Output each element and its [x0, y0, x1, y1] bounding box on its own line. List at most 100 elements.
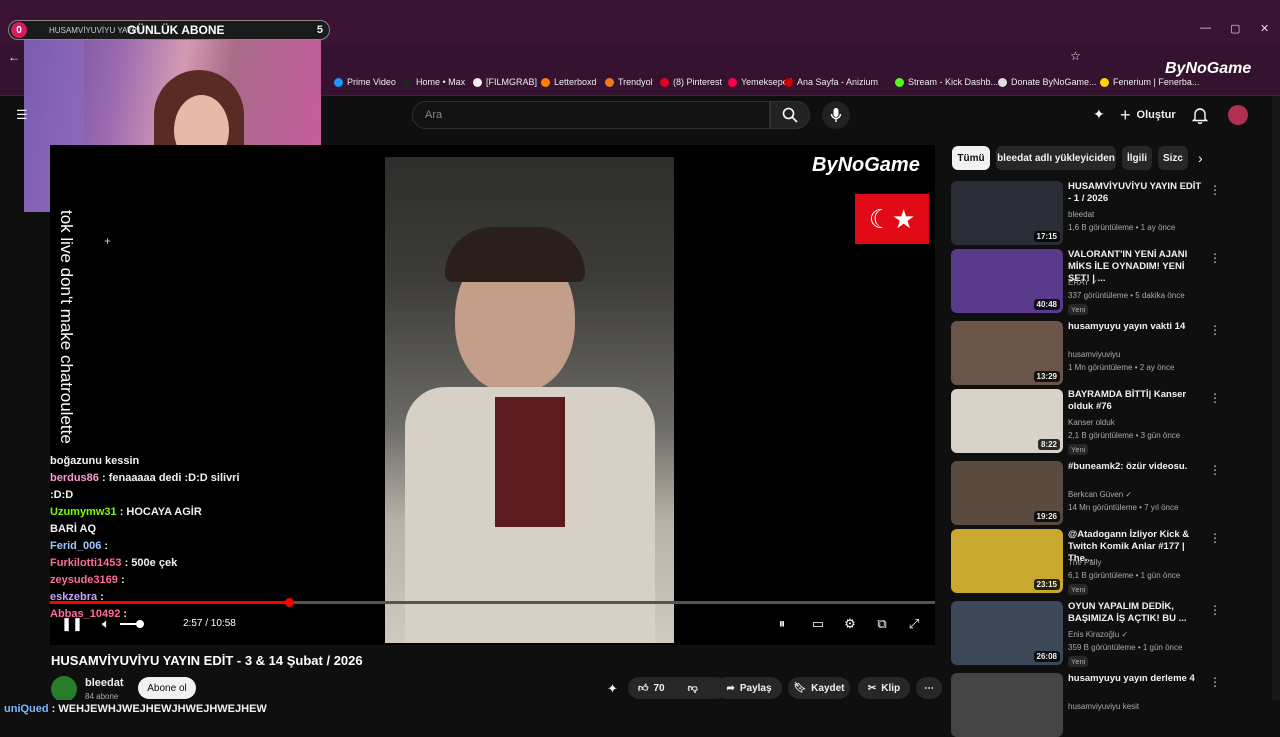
chat-message: Ferid_006 : — [50, 540, 350, 552]
recommendation-channel[interactable]: Enis Kirazoğlu ✓ — [1068, 630, 1128, 639]
plus-icon[interactable]: + — [104, 234, 111, 248]
dislike-icon[interactable]: 👎︎ — [688, 682, 698, 694]
video-thumbnail[interactable]: 13:29 — [951, 321, 1063, 385]
bookmark-label: Fenerium | Fenerba... — [1113, 77, 1200, 87]
video-thumbnail[interactable]: 19:26 — [951, 461, 1063, 525]
extension-icon[interactable]: ✦ — [1093, 106, 1105, 123]
video-thumbnail[interactable]: 23:15 — [951, 529, 1063, 593]
extension-icon[interactable]: ✦ — [607, 681, 618, 697]
more-vert-icon[interactable]: ⋮ — [1209, 391, 1221, 405]
recommendation-channel[interactable]: husamviyuviyu kesit — [1068, 702, 1139, 711]
volume-knob[interactable] — [136, 620, 144, 628]
miniplayer-icon[interactable]: ⧉ — [872, 614, 892, 634]
recommendation-channel[interactable]: husamviyuviyu — [1068, 350, 1120, 359]
video-thumbnail[interactable]: 26:08 — [951, 601, 1063, 665]
search-input[interactable]: Ara — [412, 101, 770, 129]
bookmark-item[interactable]: Donate ByNoGame... — [998, 77, 1097, 87]
bookmark-item[interactable]: [FILMGRAB] — [473, 77, 537, 87]
bookmark-item[interactable]: (8) Pinterest — [660, 77, 722, 87]
recommendation-title[interactable]: #buneamk2: özür videosu. — [1068, 461, 1206, 473]
scrollbar[interactable] — [1272, 96, 1280, 700]
fullscreen-icon[interactable]: ⤢ — [904, 614, 924, 634]
autoplay-toggle-icon[interactable]: ⏸︎ — [772, 614, 792, 634]
bookmark-favicon-icon — [403, 77, 412, 87]
bookmark-item[interactable]: Fenerium | Fenerba... — [1100, 77, 1199, 87]
recommendation-item[interactable]: 8:22 BAYRAMDA BİTTİ| Kanser olduk #76 Kans… — [951, 389, 1261, 455]
mic-button[interactable] — [822, 101, 850, 129]
recommendation-title[interactable]: OYUN YAPALIM DEDİK, BAŞIMIZA İŞ AÇTIK! B… — [1068, 601, 1206, 625]
more-actions-button[interactable]: ⋯ — [916, 677, 942, 699]
account-avatar[interactable] — [1228, 105, 1248, 125]
recommendation-channel[interactable]: Kanser olduk — [1068, 418, 1115, 427]
recommendation-title[interactable]: husamyuyu yayın vakti 14 — [1068, 321, 1206, 333]
search-button[interactable] — [770, 101, 810, 129]
more-vert-icon[interactable]: ⋮ — [1209, 323, 1221, 337]
bookmark-item[interactable]: Home • Max — [403, 77, 465, 87]
recommendation-item[interactable]: 23:15 @Atadogann İzliyor Kick & Twitch Ko… — [951, 529, 1261, 595]
star-icon[interactable]: ☆ — [1070, 49, 1081, 63]
chevron-right-icon[interactable]: › — [1198, 150, 1203, 166]
save-button[interactable]: 🔖︎ Kaydet — [788, 677, 850, 699]
settings-gear-icon[interactable]: ⚙︎ — [840, 614, 860, 634]
bookmark-favicon-icon — [895, 77, 904, 87]
create-button[interactable]: + Oluştur — [1120, 101, 1180, 129]
close-icon[interactable]: ✕ — [1260, 22, 1269, 35]
menu-icon[interactable]: ☰ — [16, 107, 28, 123]
back-icon[interactable]: ← — [8, 50, 20, 64]
recommendation-channel[interactable]: The Pally — [1068, 558, 1101, 567]
recommendation-title[interactable]: BAYRAMDA BİTTİ| Kanser olduk #76 — [1068, 389, 1206, 413]
more-vert-icon[interactable]: ⋮ — [1209, 183, 1221, 197]
video-thumbnail[interactable] — [951, 673, 1063, 737]
recommendation-channel[interactable]: bleedat — [1068, 210, 1094, 219]
bookmark-item[interactable]: Stream - Kick Dashb... — [895, 77, 998, 87]
clip-button[interactable]: ✂ Klip — [858, 677, 910, 699]
like-count[interactable]: 70 — [653, 683, 664, 694]
bell-icon[interactable] — [1192, 107, 1208, 124]
bookmark-item[interactable]: Letterboxd — [541, 77, 597, 87]
recommendation-item[interactable]: husamyuyu yayın derleme 4 husamviyuviyu k… — [951, 673, 1261, 737]
chip-all[interactable]: Tümü — [952, 146, 990, 170]
bookmark-label: Letterboxd — [554, 77, 597, 87]
recommendation-meta: 337 görüntüleme • 5 dakika önce — [1068, 291, 1185, 300]
recommendation-channel[interactable]: ERAY ✓ — [1068, 278, 1098, 287]
channel-avatar[interactable] — [51, 676, 77, 702]
video-thumbnail[interactable]: 40:48 — [951, 249, 1063, 313]
more-vert-icon[interactable]: ⋮ — [1209, 675, 1221, 689]
minimize-icon[interactable]: — — [1200, 22, 1211, 34]
more-vert-icon[interactable]: ⋮ — [1209, 603, 1221, 617]
more-vert-icon[interactable]: ⋮ — [1209, 531, 1221, 545]
video-thumbnail[interactable]: 8:22 — [951, 389, 1063, 453]
chat-text: : — [101, 540, 109, 552]
brand-logo-top: ByNoGame — [1165, 60, 1252, 77]
chip-related[interactable]: İlgili — [1122, 146, 1152, 170]
recommendation-item[interactable]: 26:08 OYUN YAPALIM DEDİK, BAŞIMIZA İŞ AÇT… — [951, 601, 1261, 667]
bookmark-item[interactable]: Yemeksepeti — [728, 77, 792, 87]
maximize-icon[interactable]: ▢ — [1230, 22, 1240, 35]
subscribe-button[interactable]: Abone ol — [138, 677, 196, 699]
pause-icon[interactable]: ❚❚ — [61, 614, 83, 634]
recommendation-title[interactable]: HUSAMVİYUVİYU YAYIN EDİT - 1 / 2026 — [1068, 181, 1206, 205]
bookmark-item[interactable]: Trendyol — [605, 77, 653, 87]
bookmark-item[interactable]: Prime Video — [334, 77, 396, 87]
chat-username: Ferid_006 — [50, 540, 102, 552]
recommendation-channel[interactable]: Berkcan Güven ✓ — [1068, 490, 1132, 499]
recommendation-item[interactable]: 40:48 VALORANT'IN YENİ AJANI MİKS İLE OYN… — [951, 249, 1261, 315]
chip-for-you[interactable]: Sizc — [1158, 146, 1188, 170]
share-button[interactable]: ➦ Paylaş — [716, 677, 782, 699]
bookmark-item[interactable]: Ana Sayfa - Anizium — [784, 77, 878, 87]
subscriber-goal-bar: 0 HUSAMVİYUVİYU YAYIN GÜNLÜK ABONE 5 — [8, 20, 330, 40]
video-thumbnail[interactable]: 17:15 — [951, 181, 1063, 245]
like-icon[interactable]: 👍︎ — [638, 682, 648, 694]
more-vert-icon[interactable]: ⋮ — [1209, 463, 1221, 477]
volume-icon[interactable]: 🔈︎ — [96, 614, 116, 634]
chip-uploader[interactable]: bleedat adlı yükleyiciden — [996, 146, 1116, 170]
channel-name[interactable]: bleedat — [85, 677, 124, 689]
recommendation-item[interactable]: 17:15 HUSAMVİYUVİYU YAYIN EDİT - 1 / 2026… — [951, 181, 1261, 245]
recommendation-title[interactable]: husamyuyu yayın derleme 4 — [1068, 673, 1206, 685]
more-vert-icon[interactable]: ⋮ — [1209, 251, 1221, 265]
subtitles-icon[interactable]: ▭ — [808, 614, 828, 634]
recommendation-item[interactable]: 19:26 #buneamk2: özür videosu. Berkcan Güv… — [951, 461, 1261, 525]
progress-scrubber[interactable] — [284, 598, 294, 607]
recommendation-meta: 6,1 B görüntüleme • 1 gün önce — [1068, 571, 1181, 580]
recommendation-item[interactable]: 13:29 husamyuyu yayın vakti 14 husamviyuvi… — [951, 321, 1261, 385]
